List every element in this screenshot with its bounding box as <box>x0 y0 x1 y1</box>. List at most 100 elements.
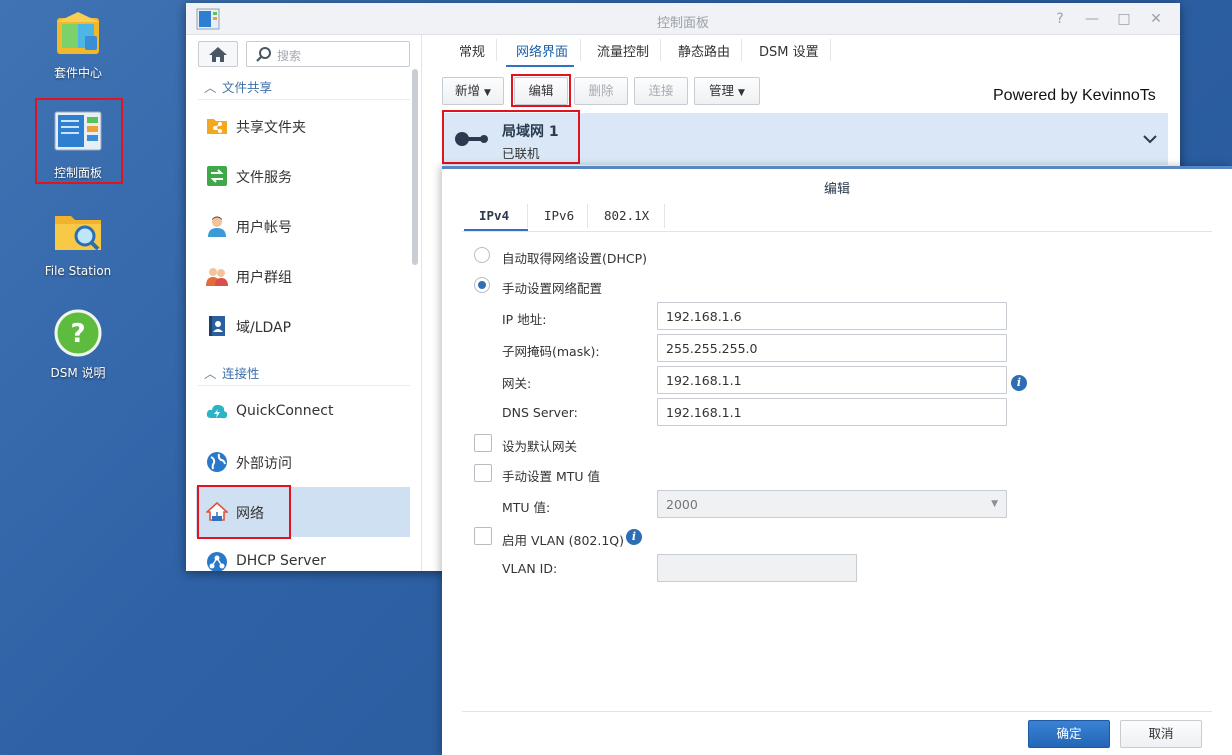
maximize-button[interactable]: □ <box>1116 11 1132 27</box>
divider <box>587 204 588 228</box>
sidebar-item-dhcp-server[interactable]: DHCP Server <box>196 537 410 571</box>
mtu-value: 2000 <box>666 497 698 512</box>
home-button[interactable] <box>198 41 238 67</box>
manual-config-radio[interactable] <box>474 277 490 293</box>
divider <box>660 39 661 61</box>
group-icon <box>206 265 228 287</box>
sidebar-item-group[interactable]: 用户群组 <box>196 251 410 301</box>
divider <box>580 39 581 61</box>
dhcp-icon <box>206 551 228 571</box>
divider <box>741 39 742 61</box>
package-center-icon <box>53 8 103 58</box>
file-station-icon <box>53 208 103 258</box>
home-icon <box>209 47 227 62</box>
highlight-interface-row <box>442 110 580 164</box>
subnet-mask-field[interactable]: 255.255.255.0 <box>657 334 1007 362</box>
tab-general[interactable]: 常规 <box>459 41 485 60</box>
ip-address-field[interactable]: 192.168.1.6 <box>657 302 1007 330</box>
subnet-mask-label: 子网掩码(mask): <box>502 344 600 359</box>
info-icon[interactable]: i <box>626 529 642 545</box>
dhcp-label: 自动取得网络设置(DHCP) <box>502 251 648 266</box>
ip-address-label: IP 地址: <box>502 312 547 327</box>
desktop-icon-label: DSM 说明 <box>50 366 106 380</box>
info-icon[interactable]: i <box>1011 375 1027 391</box>
vlan-id-field[interactable] <box>657 554 857 582</box>
tab-static-route[interactable]: 静态路由 <box>678 41 730 60</box>
search-icon <box>256 47 271 62</box>
window-titlebar[interactable]: 控制面板 ? — □ ✕ <box>186 3 1180 35</box>
default-gateway-label: 设为默认网关 <box>502 439 578 454</box>
desktop-icon-file-station[interactable]: File Station <box>23 208 133 278</box>
manual-mtu-checkbox[interactable] <box>474 464 492 482</box>
ldap-icon <box>206 315 228 337</box>
dialog-title: 编辑 <box>823 182 850 197</box>
connect-button[interactable]: 连接 <box>634 77 688 105</box>
divider <box>462 711 1212 712</box>
sidebar-item-label: 用户帐号 <box>236 220 292 236</box>
minimize-button[interactable]: — <box>1084 11 1100 27</box>
sidebar-item-label: QuickConnect <box>236 403 334 419</box>
sidebar-item-user[interactable]: 用户帐号 <box>196 201 410 251</box>
tab-ipv6[interactable]: IPv6 <box>544 208 574 223</box>
tab-8021x[interactable]: 802.1X <box>604 208 649 223</box>
connect-label: 连接 <box>648 83 674 98</box>
manual-mtu-label: 手动设置 MTU 值 <box>502 469 601 484</box>
vlan-checkbox[interactable] <box>474 527 492 545</box>
delete-label: 删除 <box>588 83 614 98</box>
edit-dialog: 编辑 IPv4 IPv6 802.1X 自动取得网络设置(DHCP) 手动设置网… <box>442 166 1232 755</box>
tab-network-interface[interactable]: 网络界面 <box>516 41 568 60</box>
cancel-button[interactable]: 取消 <box>1120 720 1202 748</box>
sidebar-item-label: 用户群组 <box>236 270 292 286</box>
svg-text:?: ? <box>70 319 85 349</box>
desktop-icon-dsm-help[interactable]: ? DSM 说明 <box>23 308 133 381</box>
desktop-icon-package-center[interactable]: 套件中心 <box>23 8 133 81</box>
section-title: 连接性 <box>221 366 260 381</box>
chevron-down-icon[interactable] <box>1142 134 1158 144</box>
create-label: 新增 <box>455 83 481 98</box>
highlight-network-item <box>197 485 291 539</box>
sidebar-scrollbar[interactable] <box>412 69 418 265</box>
desktop-icon-label: File Station <box>44 264 112 278</box>
delete-button[interactable]: 删除 <box>574 77 628 105</box>
create-button[interactable]: 新增 ▼ <box>442 77 504 105</box>
divider <box>664 204 665 228</box>
divider <box>496 39 497 61</box>
search-input[interactable]: 搜索 <box>246 41 410 67</box>
sidebar-item-label: 共享文件夹 <box>236 120 306 136</box>
divider <box>462 231 1212 232</box>
section-file-sharing[interactable]: ︿ 文件共享 <box>204 77 272 96</box>
tab-traffic-control[interactable]: 流量控制 <box>597 41 649 60</box>
window-title: 控制面板 <box>656 16 709 31</box>
desktop-icon-label: 套件中心 <box>53 66 102 80</box>
sidebar-item-label: 外部访问 <box>236 456 292 472</box>
watermark-text: Powered by KevinnoTs <box>993 87 1156 104</box>
sidebar-item-external-access[interactable]: 外部访问 <box>196 437 410 487</box>
dns-server-field[interactable]: 192.168.1.1 <box>657 398 1007 426</box>
manual-config-label: 手动设置网络配置 <box>502 281 603 296</box>
search-placeholder: 搜索 <box>277 49 302 63</box>
help-button[interactable]: ? <box>1052 11 1068 27</box>
highlight-edit-button <box>511 74 571 107</box>
mtu-select[interactable]: 2000 ▼ <box>657 490 1007 518</box>
sidebar-item-label: 域/LDAP <box>236 320 292 336</box>
active-tab-indicator <box>506 65 574 67</box>
sidebar-item-file-services[interactable]: 文件服务 <box>196 151 410 201</box>
caret-down-icon: ▼ <box>738 88 745 98</box>
sidebar-item-shared-folder[interactable]: 共享文件夹 <box>196 101 410 151</box>
vlan-label: 启用 VLAN (802.1Q) <box>502 533 625 548</box>
section-title: 文件共享 <box>221 80 272 95</box>
highlight-control-panel <box>35 98 123 184</box>
ok-button[interactable]: 确定 <box>1028 720 1110 748</box>
chevron-up-icon: ︿ <box>204 80 217 95</box>
sidebar-item-ldap[interactable]: 域/LDAP <box>196 301 410 351</box>
tab-dsm-settings[interactable]: DSM 设置 <box>759 41 819 60</box>
close-button[interactable]: ✕ <box>1148 11 1164 27</box>
manage-button[interactable]: 管理 ▼ <box>694 77 760 105</box>
default-gateway-checkbox[interactable] <box>474 434 492 452</box>
mtu-label: MTU 值: <box>502 500 551 515</box>
tab-ipv4[interactable]: IPv4 <box>479 208 509 223</box>
section-connectivity[interactable]: ︿ 连接性 <box>204 363 260 382</box>
gateway-field[interactable]: 192.168.1.1 <box>657 366 1007 394</box>
sidebar-item-quickconnect[interactable]: QuickConnect <box>196 387 410 437</box>
dhcp-radio[interactable] <box>474 247 490 263</box>
